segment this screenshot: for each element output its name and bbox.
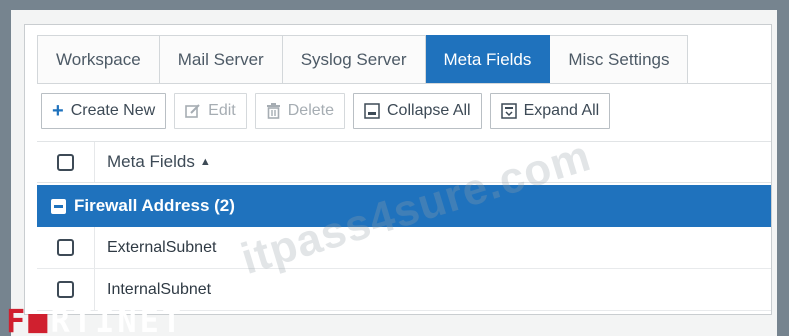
tab-meta-fields[interactable]: Meta Fields (425, 35, 551, 84)
collapse-all-button[interactable]: Collapse All (353, 93, 482, 129)
sort-icon: ▲︎ (199, 156, 211, 168)
select-all-cell (37, 142, 95, 182)
tab-divider (37, 83, 771, 84)
column-header-label: Meta Fields (107, 152, 195, 171)
fortinet-logo: F ■ RTINET (6, 302, 185, 336)
edit-label: Edit (208, 102, 236, 119)
tab-workspace[interactable]: Workspace (37, 35, 160, 84)
row-name: ExternalSubnet (107, 238, 217, 256)
expand-icon (500, 103, 517, 119)
row-checkbox-cell (37, 227, 95, 268)
expand-all-button[interactable]: Expand All (489, 93, 611, 129)
settings-panel: Workspace Mail Server Syslog Server Meta… (24, 24, 772, 315)
row-checkbox[interactable] (57, 281, 74, 298)
collapse-all-label: Collapse All (387, 102, 471, 119)
logo-text: RTINET (50, 302, 185, 336)
group-label: Firewall Address (2) (74, 196, 235, 215)
edit-icon (185, 103, 201, 119)
create-new-label: Create New (70, 102, 156, 119)
meta-fields-column-header[interactable]: Meta Fields ▲︎ (95, 152, 211, 172)
logo-square-icon: ■ (28, 302, 51, 336)
collapse-group-icon[interactable] (51, 198, 66, 214)
toolbar: + Create New Edit Delete Collapse All Ex… (41, 93, 611, 129)
create-new-button[interactable]: + Create New (41, 93, 167, 129)
logo-letter: F (6, 302, 29, 336)
plus-icon: + (52, 100, 64, 122)
group-row-firewall-address[interactable]: Firewall Address (2) (37, 185, 771, 227)
row-name: InternalSubnet (107, 280, 212, 298)
tab-bar: Workspace Mail Server Syslog Server Meta… (37, 35, 689, 84)
edit-button[interactable]: Edit (174, 93, 247, 129)
expand-all-label: Expand All (523, 102, 600, 119)
table-header: Meta Fields ▲︎ (37, 141, 771, 183)
tab-mail-server[interactable]: Mail Server (159, 35, 283, 84)
tab-misc-settings[interactable]: Misc Settings (550, 35, 689, 84)
trash-icon (266, 103, 281, 119)
delete-label: Delete (287, 102, 334, 119)
row-checkbox[interactable] (57, 239, 74, 256)
delete-button[interactable]: Delete (254, 93, 345, 129)
select-all-checkbox[interactable] (57, 153, 74, 171)
tab-syslog-server[interactable]: Syslog Server (282, 35, 426, 84)
collapse-icon (364, 103, 380, 119)
table-row[interactable]: ExternalSubnet (37, 227, 771, 269)
